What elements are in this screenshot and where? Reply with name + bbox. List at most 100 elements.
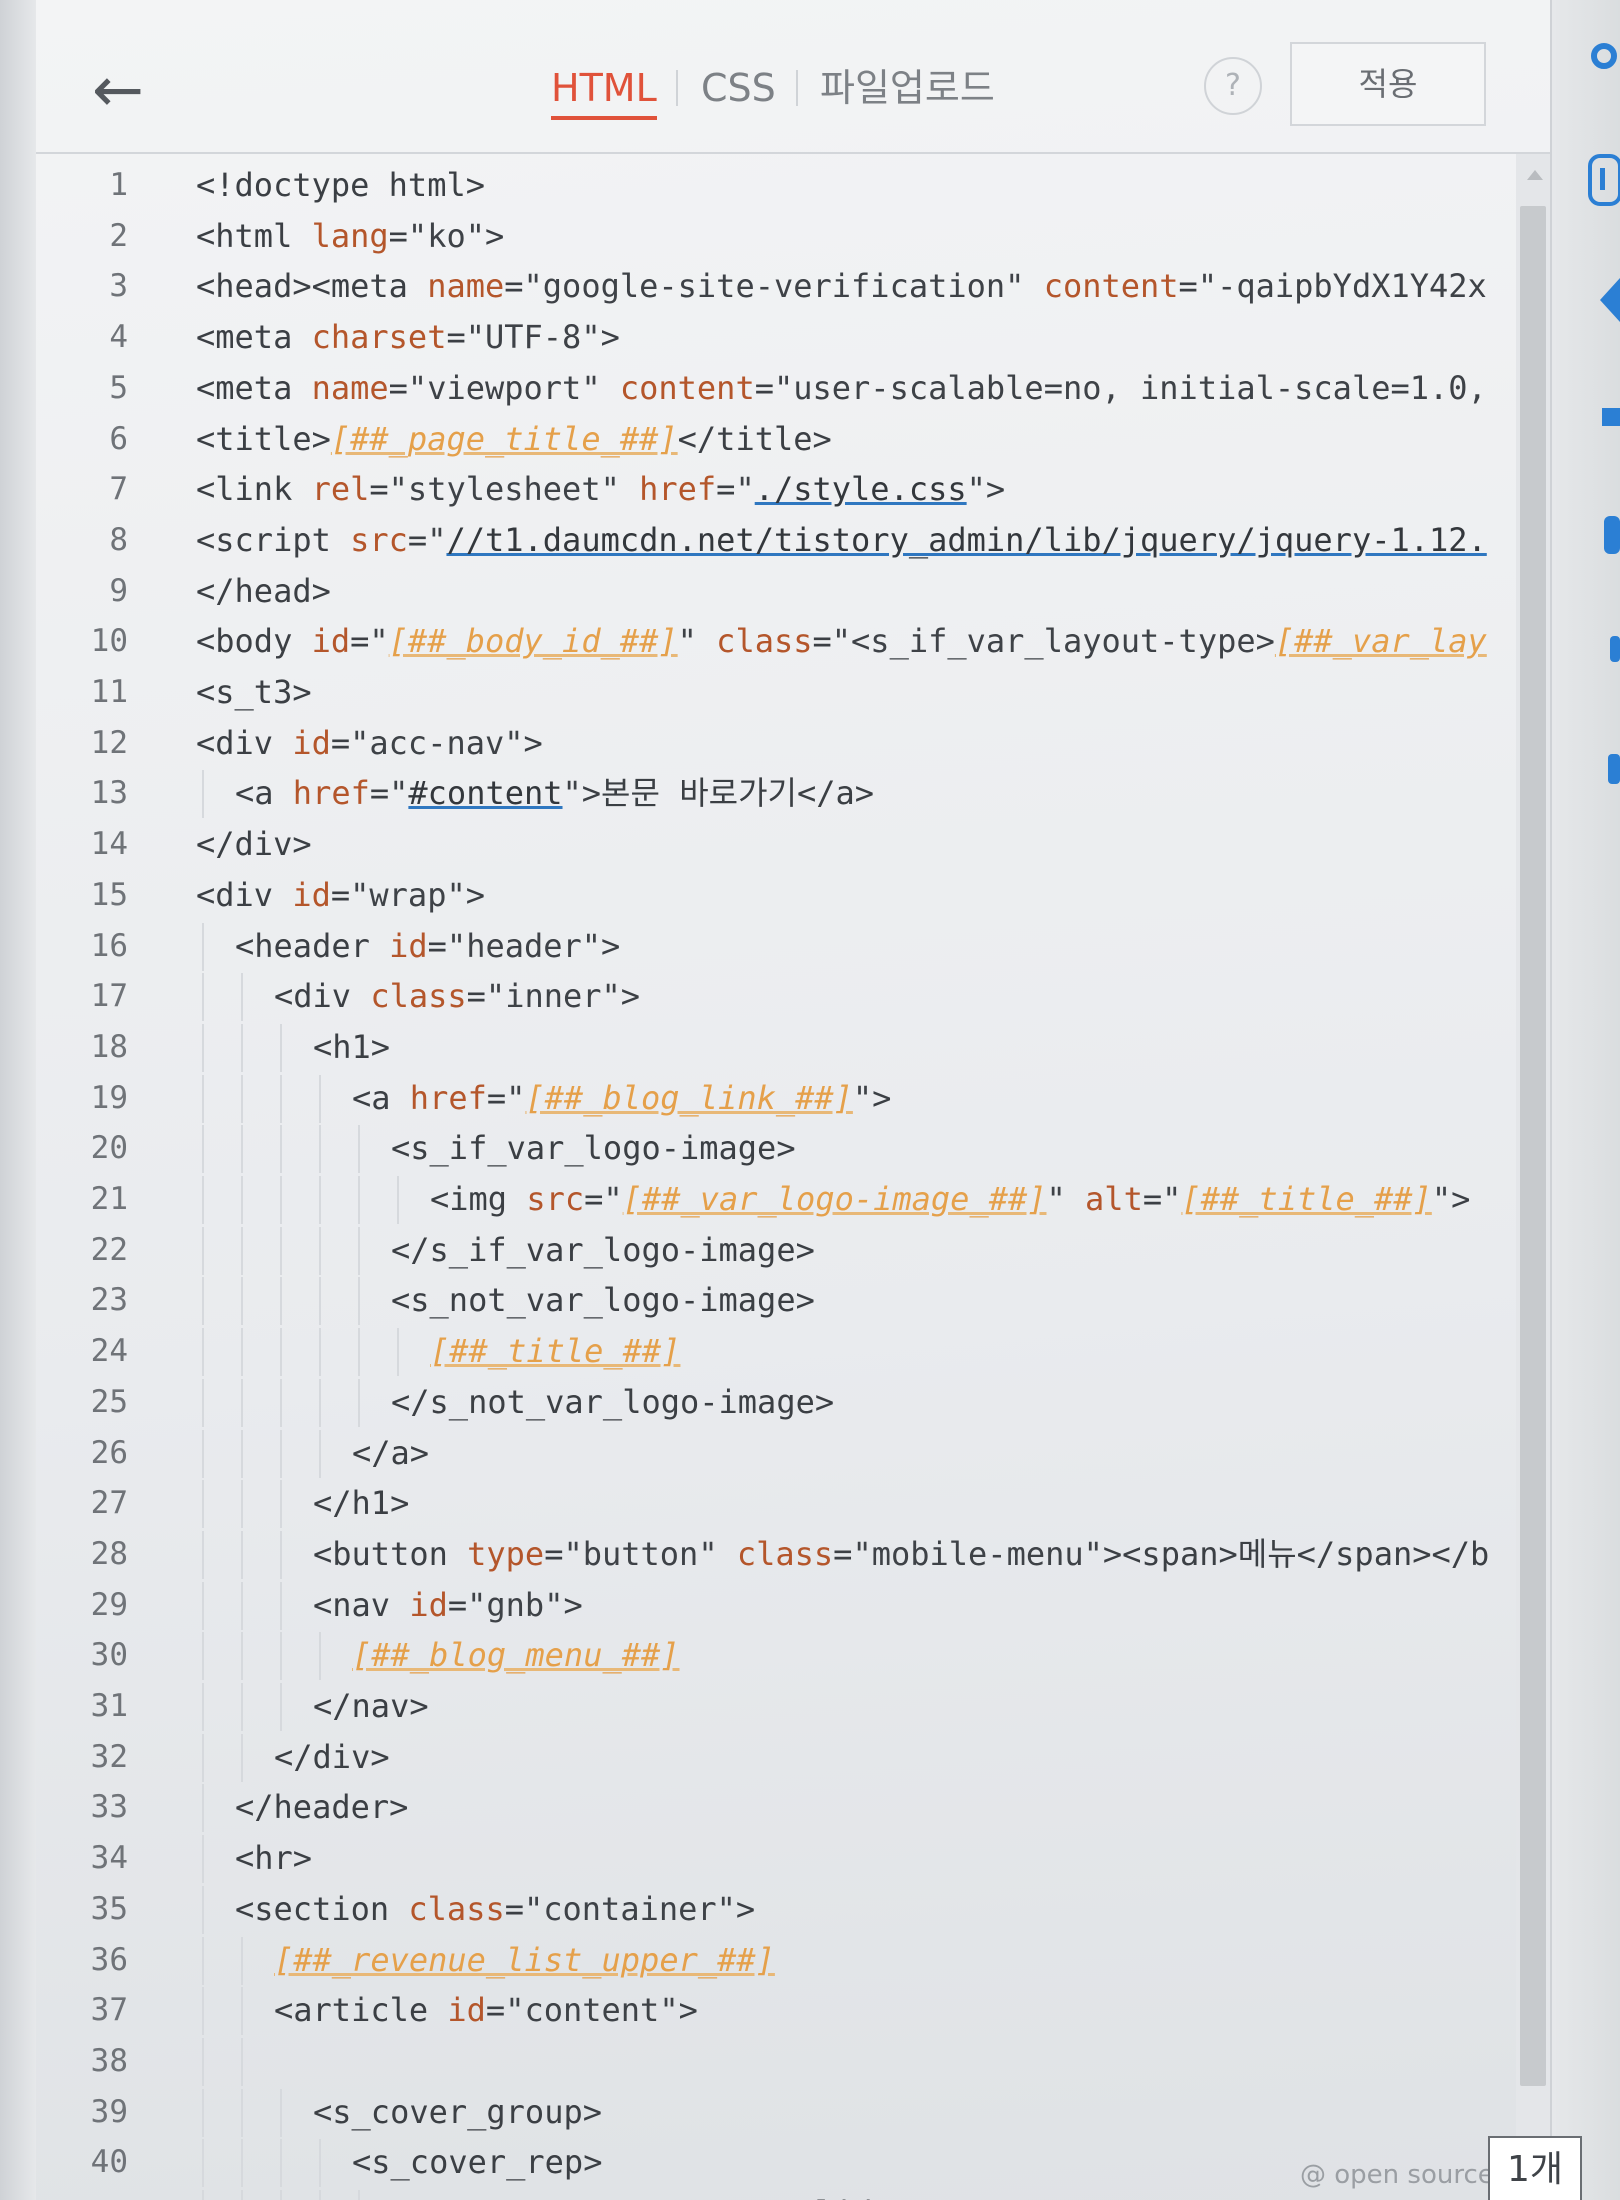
- code-attribute: class: [736, 1534, 834, 1573]
- scrollbar-thumb[interactable]: [1520, 206, 1546, 2086]
- side-arrow-icon[interactable]: [1596, 270, 1620, 330]
- indent-guide: [202, 2088, 204, 2137]
- code-tag: <meta: [196, 318, 312, 357]
- code-tag: =: [369, 470, 389, 509]
- code-tag: =: [584, 1180, 604, 1218]
- code-value: "header": [446, 926, 602, 965]
- code-line[interactable]: <body id="[##_body_id_##]" class="<s_if_…: [196, 616, 1487, 666]
- code-line[interactable]: [##_revenue_list_upper_##]: [274, 1935, 775, 1985]
- code-line[interactable]: <meta name="viewport" content="user-scal…: [196, 363, 1487, 413]
- code-line[interactable]: </header>: [235, 1782, 408, 1832]
- open-source-label[interactable]: @ open source: [1300, 2160, 1494, 2190]
- tab-file-upload[interactable]: 파일업로드: [820, 60, 995, 116]
- side-marker-icon: [1608, 754, 1620, 784]
- code-line[interactable]: </h1>: [313, 1478, 409, 1528]
- indent-guide: [358, 1328, 360, 1377]
- code-attribute: name: [564, 2194, 641, 2200]
- code-line[interactable]: <div id="wrap">: [196, 870, 485, 920]
- code-line[interactable]: <s_cover_group>: [313, 2087, 602, 2137]
- indent-guide: [319, 1429, 321, 1478]
- code-line[interactable]: <s_cover name='cover-slider'>: [391, 2188, 950, 2200]
- indent-guide: [202, 1632, 204, 1681]
- code-attribute: id: [389, 926, 428, 965]
- scroll-up-arrow-icon[interactable]: [1527, 170, 1543, 180]
- code-line[interactable]: </div>: [274, 1732, 390, 1782]
- template-variable: [##_var_lay: [1274, 622, 1487, 661]
- line-number: 6: [109, 420, 128, 457]
- code-line[interactable]: </a>: [352, 1428, 429, 1478]
- code-line[interactable]: </nav>: [313, 1681, 429, 1731]
- code-line[interactable]: <a href="#content">본문 바로가기</a>: [235, 768, 874, 818]
- code-value: ": [603, 1180, 623, 1218]
- code-line[interactable]: <h1>: [313, 1022, 390, 1072]
- code-line[interactable]: <meta charset="UTF-8">: [196, 312, 620, 362]
- code-line[interactable]: </s_if_var_logo-image>: [391, 1225, 815, 1275]
- code-line[interactable]: <html lang="ko">: [196, 211, 504, 261]
- code-line[interactable]: <s_t3>: [196, 667, 312, 717]
- indent-guide: [202, 1480, 204, 1529]
- code-value: ": [369, 622, 389, 661]
- apply-button[interactable]: 적용: [1290, 42, 1486, 126]
- side-tab-icon[interactable]: [1586, 150, 1620, 210]
- code-tag: </s_not_var_logo-image>: [391, 1382, 835, 1421]
- indent-guide: [319, 1176, 321, 1224]
- code-value: "mobile-menu": [852, 1534, 1103, 1573]
- code-line[interactable]: <title>[##_page_title_##]</title>: [196, 414, 832, 464]
- code-tag: =: [330, 875, 351, 914]
- code-line[interactable]: <s_cover_rep>: [352, 2137, 602, 2187]
- code-tag: >: [930, 2194, 949, 2200]
- indent-guide: [241, 1429, 243, 1478]
- code-line[interactable]: <img src="[##_var_logo-image_##]" alt="[…: [430, 1174, 1470, 1224]
- code-line[interactable]: <div class="inner">: [274, 971, 640, 1021]
- back-arrow-icon[interactable]: ←: [86, 52, 150, 128]
- line-number: 26: [90, 1434, 128, 1471]
- code-line[interactable]: <head><meta name="google-site-verificati…: [196, 261, 1487, 311]
- code-line[interactable]: <!doctype html>: [196, 160, 485, 210]
- indent-guide: [280, 1480, 282, 1529]
- code-line[interactable]: <section class="container">: [235, 1884, 755, 1934]
- code-line[interactable]: <div id="acc-nav">: [196, 718, 543, 768]
- template-variable: [##_revenue_list_upper_##]: [274, 1940, 775, 1979]
- code-tag: </h1>: [313, 1484, 410, 1523]
- indent-guide: [241, 1581, 243, 1630]
- line-number: 22: [90, 1231, 128, 1268]
- help-icon[interactable]: ?: [1204, 57, 1262, 115]
- indent-guide: [319, 1125, 321, 1174]
- code-editor[interactable]: 1 2 3 4 5 6 7 8 9 10 11 12 13 14 15 16 17 18 19 20 21 22 23 24 2…: [36, 154, 1516, 2200]
- code-value: "ko": [407, 216, 485, 255]
- code-line[interactable]: <header id="header">: [235, 921, 620, 971]
- indent-guide: [241, 1074, 243, 1123]
- indent-guide: [202, 1378, 204, 1427]
- code-line[interactable]: <hr>: [235, 1833, 312, 1883]
- code-line[interactable]: <nav id="gnb">: [313, 1580, 583, 1630]
- code-line[interactable]: <s_if_var_logo-image>: [391, 1123, 796, 1173]
- code-line[interactable]: </div>: [196, 819, 312, 869]
- line-number: 8: [109, 521, 128, 558]
- code-tag: <hr>: [235, 1839, 313, 1878]
- indent-guide: [358, 1277, 360, 1326]
- code-line[interactable]: <a href="[##_blog_link_##]">: [352, 1073, 891, 1123]
- code-line[interactable]: <link rel="stylesheet" href="./style.css…: [196, 464, 1005, 514]
- code-tag: =: [1178, 267, 1198, 306]
- code-line[interactable]: <script src="//t1.daumcdn.net/tistory_ad…: [196, 515, 1487, 565]
- code-line[interactable]: [##_blog_menu_##]: [352, 1630, 680, 1680]
- tab-css[interactable]: CSS: [701, 60, 776, 116]
- line-number: 39: [90, 2093, 128, 2130]
- line-number: 30: [90, 1637, 128, 1674]
- indent-guide: [202, 1429, 204, 1478]
- tab-html[interactable]: HTML: [551, 60, 657, 120]
- code-line[interactable]: <s_not_var_logo-image>: [391, 1275, 815, 1325]
- code-line[interactable]: </head>: [196, 566, 331, 616]
- line-number: 11: [90, 674, 128, 710]
- code-tag: >: [601, 926, 621, 965]
- code-line[interactable]: <article id="content">: [274, 1985, 698, 2035]
- search-icon[interactable]: [1588, 40, 1620, 76]
- code-attribute: id: [311, 622, 351, 661]
- code-line[interactable]: [##_title_##]: [430, 1326, 680, 1376]
- indent-guide: [280, 1581, 282, 1630]
- code-line[interactable]: <button type="button" class="mobile-menu…: [313, 1529, 1489, 1579]
- code-tag: >: [1451, 1180, 1471, 1218]
- code-line[interactable]: </s_not_var_logo-image>: [391, 1377, 834, 1427]
- code-value: "gnb": [467, 1585, 564, 1624]
- indent-guide: [280, 2139, 282, 2188]
